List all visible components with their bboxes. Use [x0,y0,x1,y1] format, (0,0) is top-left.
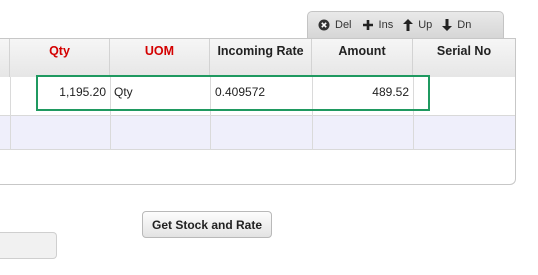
header-uom[interactable]: UOM [110,39,210,77]
empty-row[interactable] [0,116,515,150]
row-selection-highlight [36,75,430,111]
items-grid: Qty UOM Incoming Rate Amount Serial No 1… [0,38,516,185]
move-down-button[interactable]: Dn [442,19,471,31]
move-up-label: Up [418,19,433,31]
arrow-down-icon [442,19,453,31]
header-qty[interactable]: Qty [10,39,110,77]
arrow-up-icon [403,19,414,31]
delete-row-label: Del [335,19,352,31]
insert-row-label: Ins [378,19,394,31]
move-up-button[interactable]: Up [403,19,432,31]
plus-icon [362,20,373,30]
insert-row-button[interactable]: Ins [362,19,394,31]
column-divider [10,77,11,150]
grid-header: Qty UOM Incoming Rate Amount Serial No [0,39,515,78]
delete-row-button[interactable]: Del [318,19,352,31]
header-spacer [0,39,10,77]
header-incoming-rate[interactable]: Incoming Rate [210,39,312,77]
header-amount[interactable]: Amount [312,39,413,77]
move-down-label: Dn [457,19,472,31]
header-serial-no[interactable]: Serial No [413,39,515,77]
get-stock-and-rate-button[interactable]: Get Stock and Rate [142,211,272,238]
row-toolbar: Del Ins Up Dn [307,11,504,38]
delete-icon [318,19,330,31]
partial-input-field[interactable] [0,232,57,259]
cell-serial-no[interactable] [417,77,513,114]
